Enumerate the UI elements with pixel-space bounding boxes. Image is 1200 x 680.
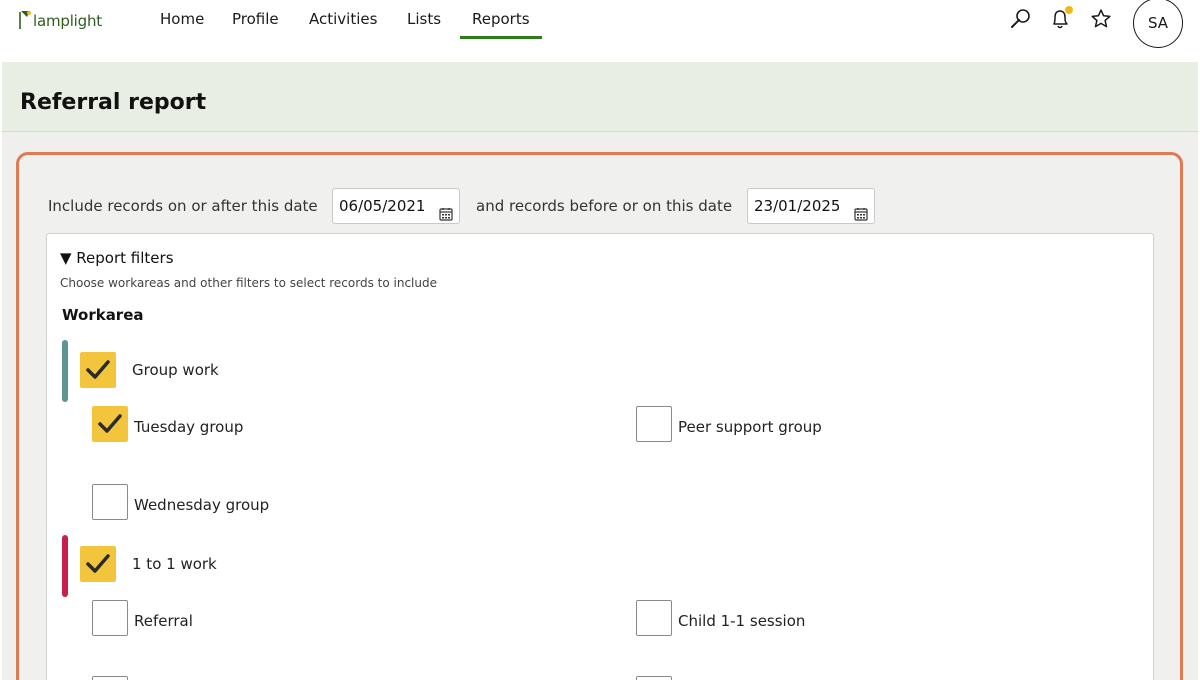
end-date-value: 23/01/2025 bbox=[754, 197, 841, 215]
workarea-heading: Workarea bbox=[62, 306, 144, 324]
end-date-label: and records before or on this date bbox=[476, 197, 733, 215]
report-filters-toggle[interactable]: ▼ Report filters bbox=[60, 248, 174, 268]
star-icon[interactable] bbox=[1088, 6, 1114, 32]
start-date-value: 06/05/2021 bbox=[339, 197, 426, 215]
check-icon bbox=[98, 414, 122, 433]
page-title: Referral report bbox=[20, 90, 207, 115]
referral-checkbox[interactable] bbox=[92, 600, 128, 636]
logo-text: lamplight bbox=[33, 12, 102, 30]
wednesday-group-label[interactable]: Wednesday group bbox=[134, 495, 269, 515]
notification-dot bbox=[1065, 6, 1073, 14]
bell-icon[interactable] bbox=[1047, 6, 1073, 32]
lamplight-logo[interactable]: lamplight bbox=[18, 6, 102, 30]
search-icon[interactable] bbox=[1008, 6, 1034, 32]
one-to-one-work-label[interactable]: 1 to 1 work bbox=[132, 554, 217, 574]
nav-activities[interactable]: Activities bbox=[309, 9, 377, 29]
report-filters-box bbox=[46, 233, 1154, 680]
tuesday-group-checkbox[interactable] bbox=[92, 406, 128, 442]
check-icon bbox=[86, 554, 110, 573]
group-color-bar bbox=[62, 340, 68, 402]
start-date-input[interactable]: 06/05/2021 bbox=[332, 188, 460, 224]
nav-lists[interactable]: Lists bbox=[407, 9, 441, 29]
calendar-icon[interactable] bbox=[439, 199, 453, 221]
group-work-label[interactable]: Group work bbox=[132, 360, 219, 380]
top-navigation: lamplight Home Profile Activities Lists … bbox=[0, 0, 1200, 62]
tuesday-group-label[interactable]: Tuesday group bbox=[134, 417, 243, 437]
referral-label[interactable]: Referral bbox=[134, 611, 193, 631]
page-header: Referral report bbox=[2, 62, 1198, 132]
check-icon bbox=[86, 360, 110, 379]
wednesday-group-checkbox[interactable] bbox=[92, 484, 128, 520]
workarea-checkbox[interactable] bbox=[92, 676, 128, 680]
peer-support-group-label[interactable]: Peer support group bbox=[678, 417, 822, 437]
nav-profile[interactable]: Profile bbox=[232, 9, 279, 29]
group-color-bar bbox=[62, 535, 68, 597]
nav-reports[interactable]: Reports bbox=[460, 9, 542, 39]
group-work-checkbox[interactable] bbox=[80, 352, 116, 388]
lamp-icon bbox=[18, 8, 32, 30]
one-to-one-work-checkbox[interactable] bbox=[80, 546, 116, 582]
child-session-label[interactable]: Child 1-1 session bbox=[678, 611, 805, 631]
report-filters-help: Choose workareas and other filters to se… bbox=[60, 276, 437, 290]
child-session-checkbox[interactable] bbox=[636, 600, 672, 636]
calendar-icon[interactable] bbox=[854, 199, 868, 221]
peer-support-group-checkbox[interactable] bbox=[636, 406, 672, 442]
nav-home[interactable]: Home bbox=[160, 9, 204, 29]
user-avatar[interactable]: SA bbox=[1133, 0, 1183, 48]
end-date-input[interactable]: 23/01/2025 bbox=[747, 188, 875, 224]
start-date-label: Include records on or after this date bbox=[48, 197, 318, 215]
workarea-checkbox[interactable] bbox=[636, 676, 672, 680]
